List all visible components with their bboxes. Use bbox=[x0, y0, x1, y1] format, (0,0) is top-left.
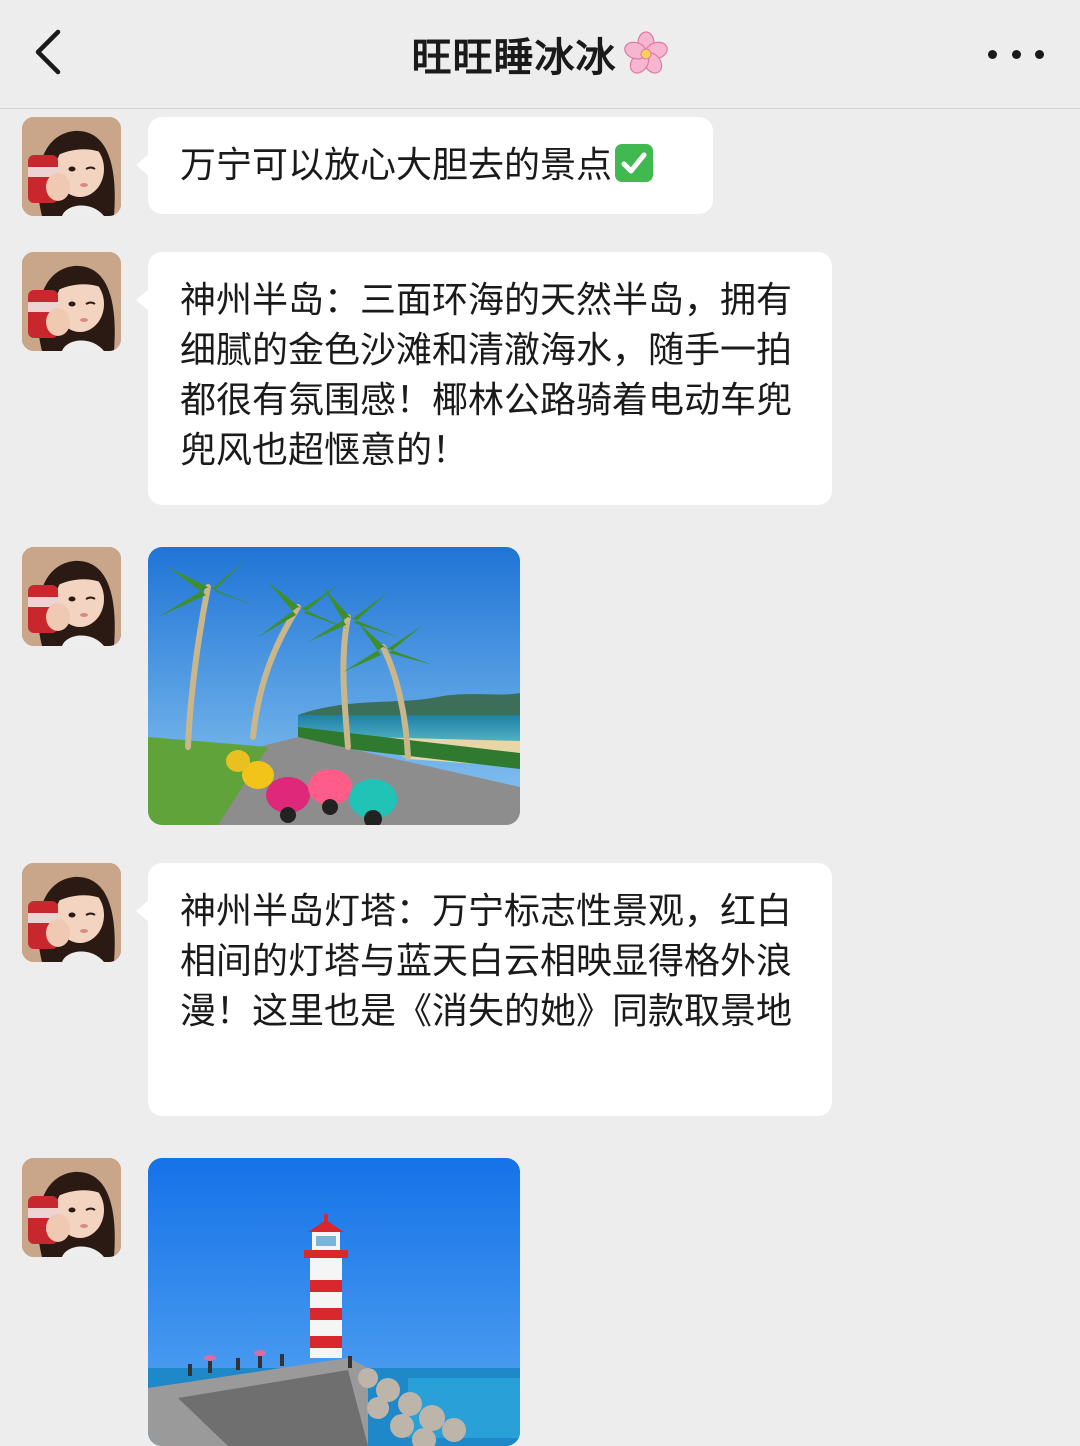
avatar[interactable] bbox=[22, 863, 121, 962]
message-text: 万宁可以放心大胆去的景点 bbox=[180, 145, 613, 186]
message-bubble[interactable]: 神州半岛：三面环海的天然半岛，拥有细腻的金色沙滩和清澈海水，随手一拍都很有氛围感… bbox=[136, 252, 832, 505]
check-mark-button-icon bbox=[615, 144, 654, 182]
avatar-image bbox=[22, 863, 121, 962]
beach-road-palm-trees-scooters-photo[interactable] bbox=[148, 547, 520, 825]
more-dots-icon bbox=[1035, 49, 1044, 59]
avatar-image bbox=[22, 252, 121, 351]
avatar-image bbox=[22, 547, 121, 646]
avatar-image bbox=[22, 117, 121, 216]
message-text: 神州半岛：三面环海的天然半岛，拥有细腻的金色沙滩和清澈海水，随手一拍都很有氛围感… bbox=[180, 280, 793, 471]
avatar[interactable] bbox=[22, 547, 121, 646]
cherry-blossom-icon bbox=[623, 31, 668, 74]
chat-header: 旺旺睡冰冰 bbox=[0, 0, 1080, 109]
more-options-button[interactable] bbox=[988, 34, 1044, 74]
photo-image bbox=[148, 1158, 520, 1446]
avatar-image bbox=[22, 1158, 121, 1257]
photo-image bbox=[148, 547, 520, 825]
more-dots-icon bbox=[988, 49, 997, 59]
chat-title: 旺旺睡冰冰 bbox=[411, 35, 617, 81]
avatar[interactable] bbox=[22, 117, 121, 216]
title-wrap: 旺旺睡冰冰 bbox=[0, 0, 1080, 108]
message-bubble[interactable]: 万宁可以放心大胆去的景点 bbox=[136, 117, 713, 214]
message-bubble[interactable]: 神州半岛灯塔：万宁标志性景观，红白相间的灯塔与蓝天白云相映显得格外浪漫！这里也是… bbox=[136, 863, 832, 1116]
message-text: 神州半岛灯塔：万宁标志性景观，红白相间的灯塔与蓝天白云相映显得格外浪漫！这里也是… bbox=[180, 891, 793, 1032]
avatar[interactable] bbox=[22, 1158, 121, 1257]
red-white-lighthouse-breakwater-photo[interactable] bbox=[148, 1158, 520, 1446]
avatar[interactable] bbox=[22, 252, 121, 351]
more-dots-icon bbox=[1011, 49, 1021, 59]
